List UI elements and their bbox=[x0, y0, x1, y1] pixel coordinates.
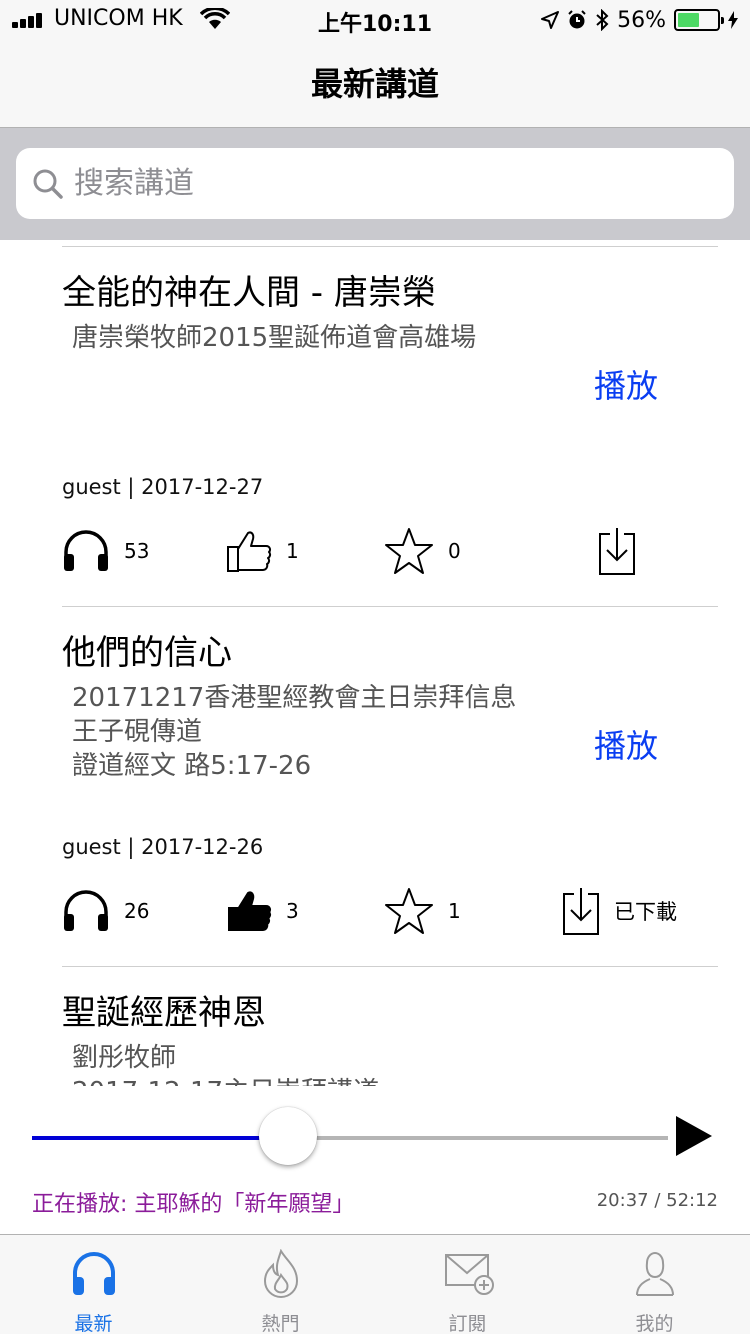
nav-bar: 最新講道 bbox=[0, 40, 750, 128]
audio-player: 正在播放: 主耶穌的「新年願望」 20:37 / 52:12 bbox=[0, 1086, 750, 1234]
sermon-title[interactable]: 全能的神在人間 - 唐崇榮 bbox=[62, 265, 436, 314]
search-box[interactable] bbox=[16, 148, 734, 219]
listen-count: 26 bbox=[62, 883, 149, 939]
like-button[interactable]: 3 bbox=[226, 883, 299, 939]
sermon-title[interactable]: 他們的信心 bbox=[62, 625, 232, 674]
sermon-list[interactable]: 全能的神在人間 - 唐崇榮 唐崇榮牧師2015聖誕佈道會高雄場 播放 guest… bbox=[0, 240, 750, 1086]
headphones-icon bbox=[64, 890, 108, 931]
headphones-icon bbox=[64, 530, 108, 571]
sermon-description: 唐崇榮牧師2015聖誕佈道會高雄場 bbox=[72, 321, 476, 355]
headphones-icon bbox=[73, 1252, 115, 1295]
tab-label: 最新 bbox=[74, 1313, 113, 1334]
tab-label: 熱門 bbox=[261, 1313, 300, 1334]
sermon-list-item[interactable]: 全能的神在人間 - 唐崇榮 唐崇榮牧師2015聖誕佈道會高雄場 播放 guest… bbox=[62, 246, 718, 606]
sermon-stats: 53 1 0 bbox=[62, 523, 718, 579]
status-bar: UNICOM HK 上午10:11 56% bbox=[0, 0, 750, 40]
sermon-list-item[interactable]: 他們的信心 20171217香港聖經教會主日崇拜信息 王子硯傳道證道經文 路5:1… bbox=[62, 606, 718, 966]
download-status: 已下載 bbox=[614, 900, 677, 924]
person-icon bbox=[636, 1252, 674, 1296]
thumbs-up-icon bbox=[227, 531, 272, 572]
tab-popular[interactable]: 熱門 bbox=[187, 1235, 374, 1334]
favorite-button[interactable]: 1 bbox=[384, 883, 461, 939]
download-icon bbox=[599, 528, 635, 575]
download-button[interactable]: 已下載 bbox=[562, 883, 677, 939]
progress-fill bbox=[32, 1136, 289, 1140]
sermon-description-line: 20171217香港聖經教會主日崇拜信息 bbox=[72, 683, 517, 713]
charging-bolt-icon bbox=[728, 11, 738, 29]
tab-label: 訂閱 bbox=[448, 1313, 487, 1334]
play-link[interactable]: 播放 bbox=[594, 361, 658, 407]
sermon-description: 20171217香港聖經教會主日崇拜信息 王子硯傳道證道經文 路5:17-26 bbox=[72, 681, 516, 783]
like-button[interactable]: 1 bbox=[226, 523, 299, 579]
sermon-stats: 26 3 1 已下載 bbox=[62, 883, 718, 939]
flame-icon bbox=[263, 1249, 299, 1298]
favorite-button[interactable]: 0 bbox=[384, 523, 461, 579]
sermon-description-line: 證道經文 路5:17-26 bbox=[72, 751, 312, 781]
alarm-icon bbox=[568, 10, 586, 29]
bluetooth-icon bbox=[596, 9, 609, 31]
tab-latest[interactable]: 最新 bbox=[0, 1235, 187, 1334]
listen-count: 53 bbox=[62, 523, 149, 579]
sermon-list-item[interactable]: 聖誕經歷神恩 劉彤牧師2017-12-17主日崇拜講道 播放 bbox=[62, 966, 718, 1086]
sermon-description-line: 劉彤牧師 bbox=[72, 1043, 177, 1073]
sermon-description-line: 唐崇榮牧師2015聖誕佈道會高雄場 bbox=[72, 323, 477, 353]
location-arrow-icon bbox=[541, 11, 560, 29]
search-icon bbox=[33, 169, 63, 199]
download-button[interactable] bbox=[598, 523, 650, 579]
star-icon bbox=[385, 888, 433, 934]
total-time: / 52:12 bbox=[654, 1190, 718, 1211]
thumbs-up-filled-icon bbox=[228, 891, 272, 931]
envelope-add-icon bbox=[445, 1254, 494, 1295]
battery-percent: 56% bbox=[617, 7, 666, 33]
tab-mine[interactable]: 我的 bbox=[561, 1235, 748, 1334]
like-count-value: 3 bbox=[286, 899, 299, 923]
battery-icon bbox=[674, 9, 724, 31]
favorite-count-value: 0 bbox=[448, 539, 461, 563]
sermon-meta: guest | 2017-12-26 bbox=[62, 835, 264, 859]
tab-label: 我的 bbox=[635, 1313, 674, 1334]
download-icon bbox=[563, 888, 599, 935]
now-playing-text: 正在播放: 主耶穌的「新年願望」 bbox=[32, 1192, 355, 1217]
play-link[interactable]: 播放 bbox=[594, 721, 658, 767]
sermon-description: 劉彤牧師 2017-12-17主日崇拜講道 bbox=[72, 1041, 379, 1086]
sermon-title[interactable]: 聖誕經歷神恩 bbox=[62, 985, 266, 1034]
listen-count-value: 26 bbox=[124, 899, 150, 923]
tab-subscribe[interactable]: 訂閱 bbox=[374, 1235, 561, 1334]
progress-track[interactable] bbox=[32, 1136, 668, 1140]
like-count-value: 1 bbox=[286, 539, 299, 563]
sermon-meta: guest | 2017-12-27 bbox=[62, 475, 264, 499]
search-bar bbox=[0, 128, 750, 240]
listen-count-value: 53 bbox=[124, 539, 150, 563]
sermon-description-line: 王子硯傳道 bbox=[72, 717, 203, 747]
play-button[interactable] bbox=[676, 1116, 712, 1156]
elapsed-time: 20:37 bbox=[596, 1190, 649, 1211]
sermon-description-line: 2017-12-17主日崇拜講道 bbox=[72, 1075, 379, 1086]
tab-bar: 最新 熱門 訂閱 我的 bbox=[0, 1234, 750, 1334]
star-icon bbox=[385, 528, 433, 574]
playback-time: 20:37 / 52:12 bbox=[597, 1190, 718, 1211]
progress-slider-thumb[interactable] bbox=[259, 1107, 318, 1165]
page-title: 最新講道 bbox=[310, 65, 439, 103]
favorite-count-value: 1 bbox=[448, 899, 461, 923]
search-input[interactable] bbox=[74, 156, 714, 211]
